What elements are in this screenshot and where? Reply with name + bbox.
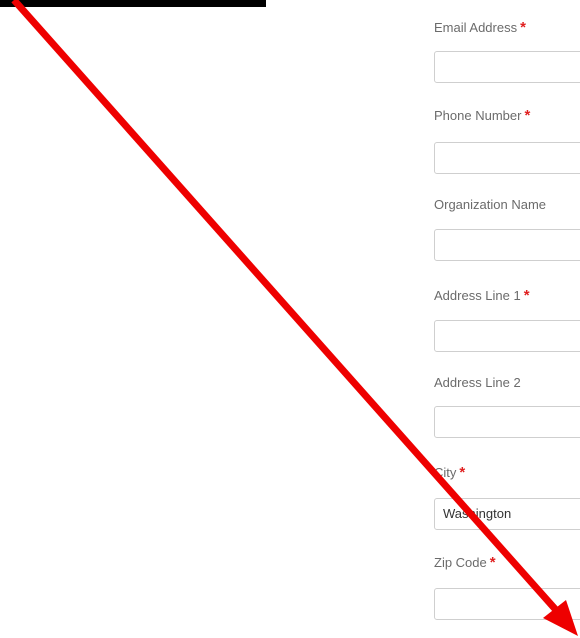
email-address-input[interactable] — [434, 51, 580, 83]
address-line-2-label: Address Line 2 — [434, 375, 521, 390]
organization-name-input[interactable] — [434, 229, 580, 261]
email-address-label: Email Address * — [434, 19, 526, 36]
required-marker: * — [520, 19, 526, 36]
city-label: City * — [434, 464, 466, 481]
contact-form: Email Address * Phone Number * Organizatio… — [434, 0, 580, 638]
top-black-bar — [0, 0, 266, 7]
phone-number-label: Phone Number * — [434, 107, 531, 124]
required-marker: * — [524, 107, 531, 124]
required-marker: * — [459, 464, 466, 481]
phone-number-input[interactable] — [434, 142, 580, 174]
address-line-2-input[interactable] — [434, 406, 580, 438]
organization-name-label: Organization Name — [434, 197, 546, 212]
address-line-1-input[interactable] — [434, 320, 580, 352]
required-marker: * — [489, 554, 496, 571]
address-line-1-label: Address Line 1 * — [434, 287, 530, 304]
zip-code-input[interactable] — [434, 588, 580, 620]
city-input[interactable]: Washington — [434, 498, 580, 530]
required-marker: * — [523, 287, 530, 304]
zip-code-label: Zip Code * — [434, 554, 496, 571]
